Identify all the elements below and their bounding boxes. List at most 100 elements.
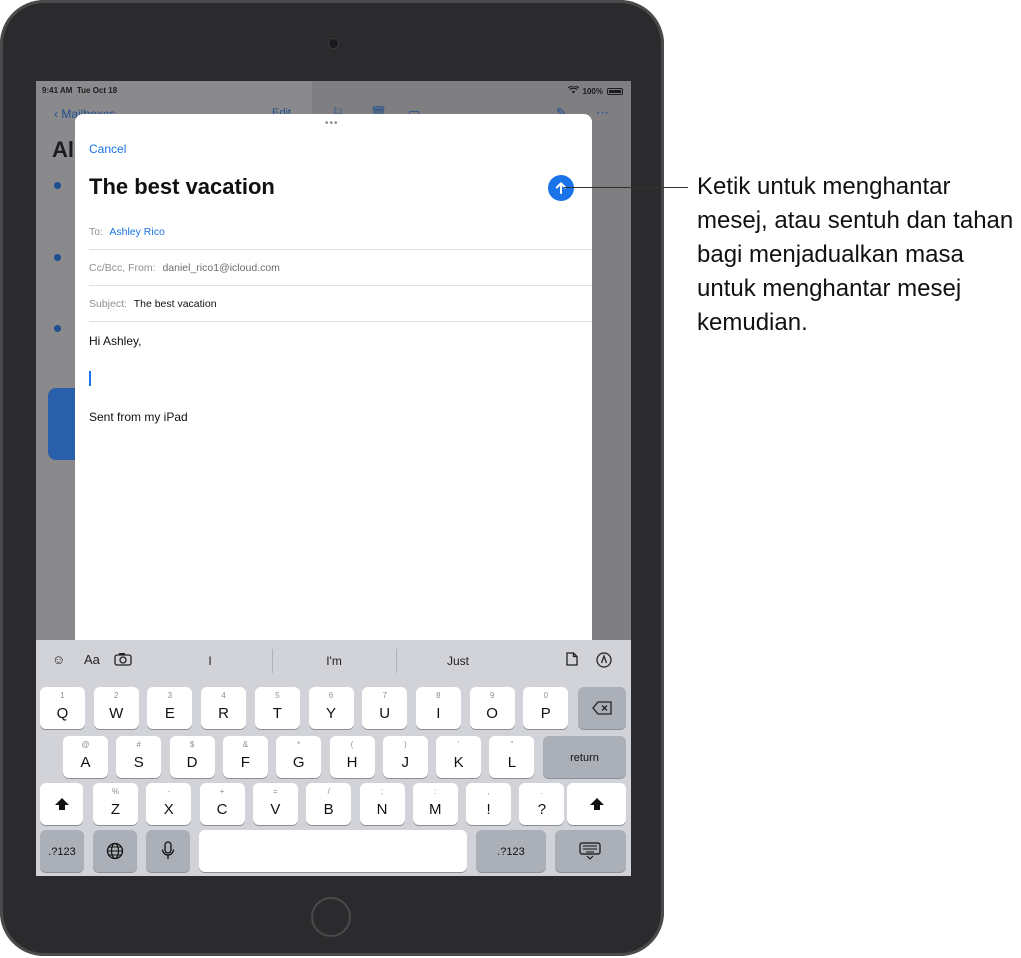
- key-p[interactable]: 0P: [523, 687, 569, 729]
- arrow-up-icon: [555, 182, 567, 194]
- space-key[interactable]: [199, 830, 467, 872]
- camera-icon[interactable]: [114, 652, 134, 669]
- unread-dot-icon: [54, 254, 61, 261]
- key-alt-char: -: [167, 787, 171, 796]
- key-z[interactable]: % Z: [93, 783, 138, 825]
- delete-key[interactable]: [578, 687, 626, 729]
- callout-text: Ketik untuk menghantar mesej, atau sentu…: [697, 173, 1014, 336]
- key-char: C: [216, 801, 228, 818]
- suggestion-2[interactable]: I'm: [304, 654, 364, 668]
- home-button[interactable]: [311, 897, 351, 937]
- key-char: L: [507, 754, 517, 771]
- document-icon[interactable]: [566, 652, 578, 669]
- key-y[interactable]: 6Y: [308, 687, 354, 729]
- send-button[interactable]: [548, 175, 574, 201]
- text-format-icon[interactable]: Aa: [84, 652, 100, 667]
- key-alt-char: ,: [487, 787, 490, 796]
- key-alt-char: *: [297, 740, 301, 749]
- numbers-key-left[interactable]: .?123: [40, 830, 84, 872]
- battery-icon: [607, 87, 623, 95]
- key-alt-char: ": [510, 740, 514, 749]
- key-a[interactable]: @ A: [63, 736, 108, 778]
- to-field[interactable]: To: Ashley Rico: [89, 214, 592, 250]
- key-c[interactable]: + C: [199, 783, 245, 825]
- cancel-button[interactable]: Cancel: [89, 142, 126, 156]
- markup-pen-icon[interactable]: [596, 652, 612, 671]
- globe-key[interactable]: [93, 830, 137, 872]
- key-f[interactable]: & F: [222, 736, 268, 778]
- key-k[interactable]: ' K: [436, 736, 482, 778]
- key-char: P: [540, 705, 551, 722]
- key-alt-char: ;: [380, 787, 384, 796]
- key-x[interactable]: -X: [146, 783, 192, 825]
- shift-key-right[interactable]: [567, 783, 626, 825]
- key-alt-char: ): [403, 740, 407, 749]
- battery-percent: 100%: [582, 86, 603, 96]
- unread-dot-icon: [54, 182, 61, 189]
- key-alt-char: 6: [328, 691, 334, 700]
- key-char: W: [109, 705, 124, 722]
- key-w[interactable]: 2W: [93, 687, 139, 729]
- key-u[interactable]: 7U: [362, 687, 408, 729]
- key-alt-char: 1: [60, 691, 65, 700]
- key-alt-char: @: [81, 740, 90, 749]
- shift-icon: [55, 798, 69, 810]
- key-alt-char: &: [242, 740, 249, 749]
- key-n[interactable]: ; N: [359, 783, 405, 825]
- subject-field[interactable]: Subject: The best vacation: [89, 286, 592, 322]
- key-![interactable]: ,!: [466, 783, 512, 825]
- shift-key-left[interactable]: [40, 783, 83, 825]
- emoji-search-icon[interactable]: ☺: [52, 652, 65, 667]
- subject-value: The best vacation: [133, 298, 217, 310]
- key-l[interactable]: " L: [489, 736, 535, 778]
- key-d[interactable]: $ D: [169, 736, 215, 778]
- suggestion-bar: ☺ Aa I I'm Just: [36, 640, 631, 683]
- key-e[interactable]: 3E: [147, 687, 193, 729]
- key-char: N: [376, 801, 388, 818]
- key-alt-char: /: [327, 787, 330, 796]
- key-alt-char: :: [434, 787, 437, 796]
- suggestion-divider: [396, 649, 397, 673]
- key-char: S: [133, 754, 144, 771]
- key-i[interactable]: 8I: [415, 687, 461, 729]
- subject-label: Subject:: [89, 298, 127, 310]
- hide-keyboard-key[interactable]: [555, 830, 626, 872]
- key-h[interactable]: (H: [329, 736, 375, 778]
- key-char: I: [436, 705, 441, 722]
- key-alt-char: 2: [113, 691, 119, 700]
- key-v[interactable]: = V: [252, 783, 298, 825]
- key-j[interactable]: ) J: [382, 736, 428, 778]
- suggestion-1[interactable]: I: [180, 654, 240, 668]
- key-char: T: [272, 705, 282, 722]
- key-alt-char: 0: [543, 691, 549, 700]
- key-alt-char: 4: [221, 691, 226, 700]
- key-t[interactable]: 5T: [254, 687, 300, 729]
- suggestion-3[interactable]: Just: [428, 654, 488, 668]
- body-signature: Sent from my iPad: [89, 410, 188, 424]
- cc-bcc-from-field[interactable]: Cc/Bcc, From: daniel_rico1@icloud.com: [89, 250, 592, 286]
- numbers-key-right[interactable]: .?123: [476, 830, 546, 872]
- sheet-grabber-icon[interactable]: •••: [325, 118, 339, 129]
- key-m[interactable]: :M: [412, 783, 458, 825]
- key-alt-char: %: [111, 787, 120, 796]
- key-?[interactable]: .?: [519, 783, 565, 825]
- dictation-key[interactable]: [146, 830, 190, 872]
- key-o[interactable]: 9O: [469, 687, 515, 729]
- key-g[interactable]: * G: [276, 736, 322, 778]
- key-char: !: [486, 801, 491, 818]
- body-greeting: Hi Ashley,: [89, 334, 142, 348]
- key-b[interactable]: / B: [306, 783, 352, 825]
- key-alt-char: $: [189, 740, 195, 749]
- key-s[interactable]: # S: [116, 736, 162, 778]
- globe-icon: [106, 842, 124, 860]
- key-r[interactable]: 4R: [201, 687, 247, 729]
- key-alt-char: .: [540, 787, 543, 796]
- key-alt-char: 3: [167, 691, 173, 700]
- more-icon[interactable]: ⋯: [596, 105, 609, 121]
- from-address: daniel_rico1@icloud.com: [162, 262, 280, 274]
- status-bar: 9:41 AM Tue Oct 18 100%: [36, 81, 631, 101]
- to-recipient[interactable]: Ashley Rico: [109, 226, 164, 238]
- callout-line: [564, 187, 688, 188]
- return-key[interactable]: return: [543, 736, 626, 778]
- key-q[interactable]: 1Q: [40, 687, 85, 729]
